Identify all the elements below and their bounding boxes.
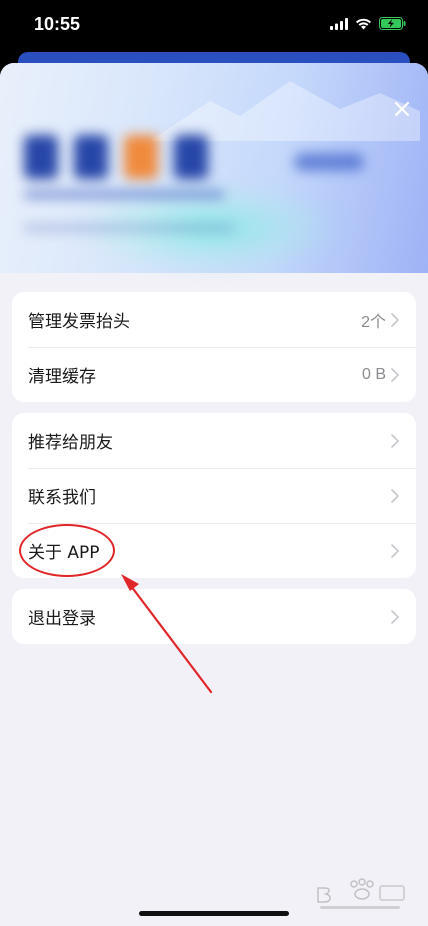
home-indicator [139,911,289,916]
settings-sheet: 管理发票抬头 2个 清理缓存 0 B 推荐给朋友 联系我们 关于 APP 退出登… [0,63,428,926]
row-label: 管理发票抬头 [28,312,130,332]
battery-charging-icon [379,17,406,30]
signal-icon [330,17,348,30]
blurred-logo-secondary [294,153,364,171]
chevron-right-icon [391,543,399,558]
settings-group-account: 管理发票抬头 2个 清理缓存 0 B [12,292,416,402]
status-time: 10:55 [34,14,81,34]
settings-group-logout: 退出登录 [12,589,416,644]
wifi-icon [356,18,371,29]
status-icons [330,17,406,30]
annotation-circle [19,524,115,577]
contact-us-row[interactable]: 联系我们 [12,468,416,523]
chevron-right-icon [391,609,399,624]
chevron-right-icon [391,312,399,327]
row-value: 2个 [361,313,386,331]
close-icon[interactable] [390,97,414,121]
row-value: 0 B [361,365,386,383]
clear-cache-row[interactable]: 清理缓存 0 B [12,347,416,402]
manage-invoice-title-row[interactable]: 管理发票抬头 2个 [12,292,416,347]
recommend-to-friends-row[interactable]: 推荐给朋友 [12,413,416,468]
row-label: 清理缓存 [28,367,96,387]
row-label: 联系我们 [28,488,96,508]
logout-row[interactable]: 退出登录 [12,589,416,644]
blurred-logo [24,135,234,231]
row-label: 退出登录 [28,609,96,629]
chevron-right-icon [391,433,399,448]
chevron-right-icon [391,488,399,503]
watermark-logo [317,878,405,909]
row-label: 推荐给朋友 [28,433,113,453]
status-bar: 10:55 [0,0,428,52]
banner [0,63,428,273]
chevron-right-icon [391,367,399,382]
